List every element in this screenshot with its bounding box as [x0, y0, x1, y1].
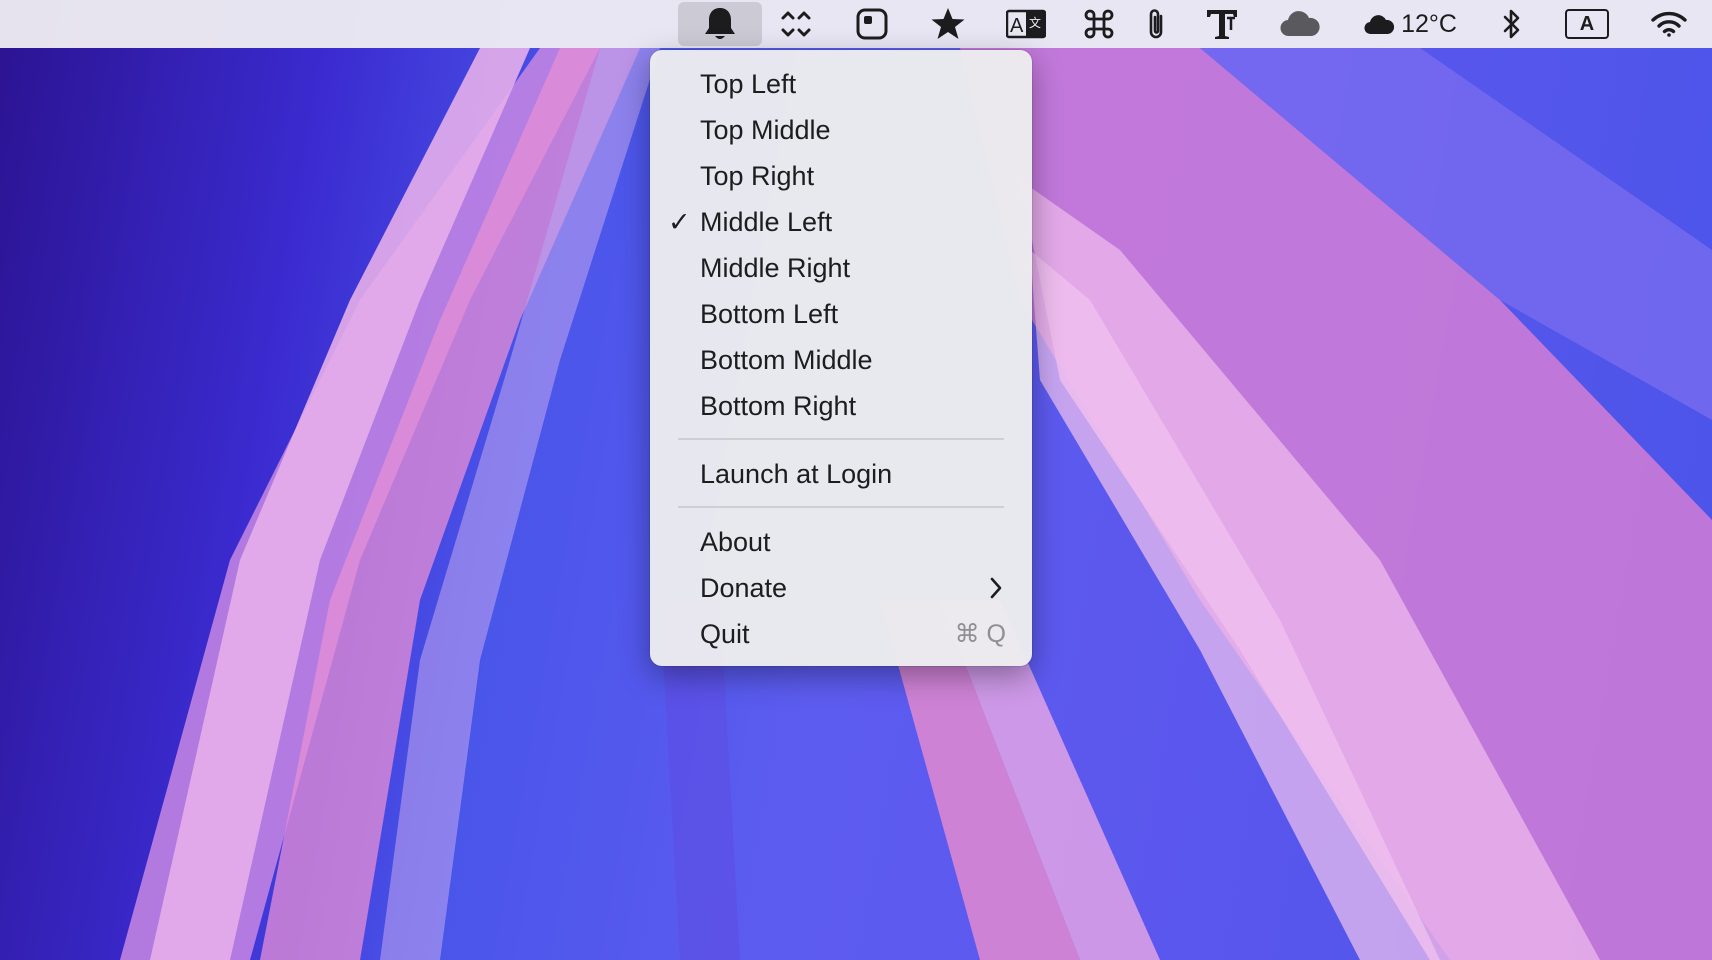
- menu-item-label: Quit: [700, 618, 750, 649]
- menu-item-launch-at-login[interactable]: Launch at Login: [650, 452, 1032, 496]
- resize-menu-extra[interactable]: [778, 0, 814, 48]
- bluetooth-icon: [1502, 8, 1522, 40]
- input-source-menu-extra[interactable]: A: [1565, 0, 1609, 48]
- notification-menu-extra[interactable]: [678, 2, 762, 46]
- menu-item-label: Middle Right: [700, 252, 851, 283]
- paperclip-icon: [1146, 7, 1168, 41]
- cloud-menu-extra[interactable]: [1278, 0, 1322, 48]
- input-source-icon: A: [1565, 9, 1609, 39]
- menu-bar: A 文 12°C A: [0, 0, 1712, 48]
- wifi-icon: [1650, 10, 1688, 38]
- keyboard-shortcut: ⌘ Q: [954, 620, 1006, 648]
- menu-item-label: Top Left: [700, 68, 797, 99]
- menu-item-label: Top Right: [700, 160, 815, 191]
- clipboard-menu-extra[interactable]: [1145, 0, 1169, 48]
- wifi-menu-extra[interactable]: [1650, 0, 1688, 48]
- menu-item-label: Bottom Right: [700, 390, 857, 421]
- menu-item-quit[interactable]: Quit ⌘ Q: [650, 612, 1032, 656]
- resize-arrows-icon: [780, 9, 812, 39]
- menu-item-label: Launch at Login: [700, 458, 893, 489]
- command-icon: [1084, 9, 1114, 39]
- menu-item-bottom-right[interactable]: Bottom Right: [650, 384, 1032, 428]
- menu-item-label: Bottom Left: [700, 298, 839, 329]
- menu-item-middle-left[interactable]: ✓ Middle Left: [650, 200, 1032, 244]
- checkmark-icon: ✓: [668, 206, 691, 237]
- menu-item-middle-right[interactable]: Middle Right: [650, 246, 1032, 290]
- dropdown-menu: Top Left Top Middle Top Right ✓ Middle L…: [650, 50, 1032, 666]
- menu-item-label: Donate: [700, 572, 788, 603]
- menu-item-label: Bottom Middle: [700, 344, 873, 375]
- menu-item-top-left[interactable]: Top Left: [650, 62, 1032, 106]
- favorites-menu-extra[interactable]: [929, 0, 967, 48]
- weather-temperature: 12°C: [1401, 9, 1457, 38]
- menu-item-bottom-left[interactable]: Bottom Left: [650, 292, 1032, 336]
- weather-menu-extra[interactable]: 12°C: [1360, 0, 1460, 48]
- menu-separator: [678, 506, 1004, 508]
- menu-item-label: About: [700, 526, 771, 557]
- svg-text:文: 文: [1029, 15, 1041, 30]
- text-menu-extra[interactable]: [1205, 0, 1239, 48]
- menu-item-bottom-middle[interactable]: Bottom Middle: [650, 338, 1032, 382]
- menu-item-top-right[interactable]: Top Right: [650, 154, 1032, 198]
- input-source-letter: A: [1579, 12, 1595, 35]
- cloud-icon: [1279, 10, 1321, 38]
- menu-item-top-middle[interactable]: Top Middle: [650, 108, 1032, 152]
- bell-icon: [703, 6, 737, 42]
- menu-item-donate[interactable]: Donate: [650, 566, 1032, 610]
- chevron-right-icon: [988, 576, 1004, 607]
- window-menu-extra[interactable]: [854, 0, 890, 48]
- bluetooth-menu-extra[interactable]: [1500, 0, 1524, 48]
- weather-cloud-icon: [1363, 13, 1395, 35]
- menu-item-label: Top Middle: [700, 114, 831, 145]
- menu-item-label: Middle Left: [700, 206, 833, 237]
- svg-text:A: A: [1010, 15, 1024, 37]
- command-menu-extra[interactable]: [1084, 0, 1114, 48]
- star-icon: [930, 7, 966, 41]
- menu-item-about[interactable]: About: [650, 520, 1032, 564]
- text-tool-icon: [1205, 8, 1239, 40]
- translate-menu-extra[interactable]: A 文: [1006, 0, 1046, 48]
- translate-icon: A 文: [1006, 9, 1046, 39]
- rounded-square-icon: [856, 8, 888, 40]
- menu-separator: [678, 438, 1004, 440]
